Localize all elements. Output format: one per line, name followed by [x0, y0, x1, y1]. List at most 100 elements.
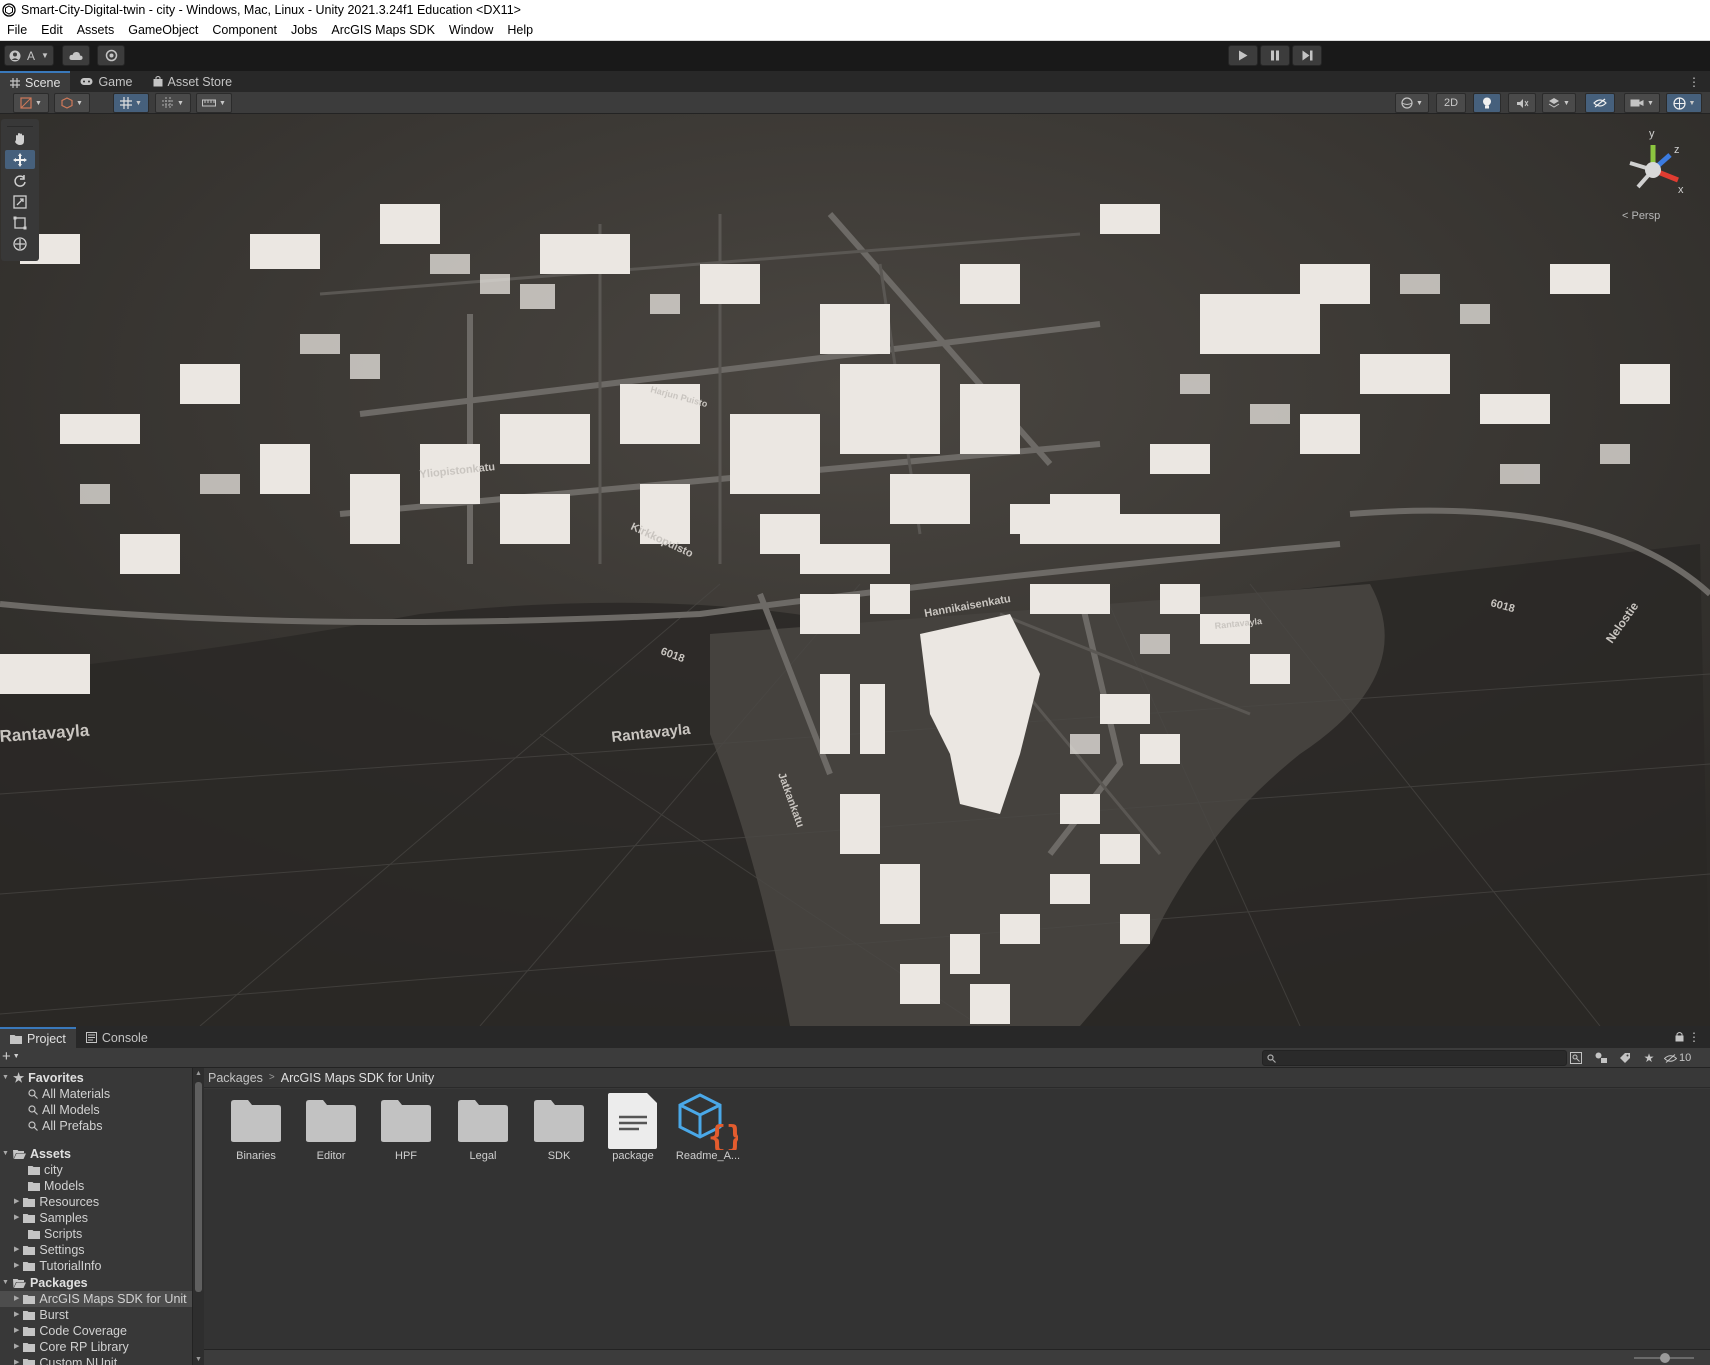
mode-2d-button[interactable]: 2D — [1436, 93, 1466, 113]
tree-folder-item[interactable]: ▶ TutorialInfo — [14, 1258, 101, 1274]
asset-item[interactable]: SDK — [524, 1099, 594, 1162]
tab-console[interactable]: Console — [76, 1027, 158, 1048]
tree-favorite-item[interactable]: All Materials — [28, 1086, 110, 1102]
search-by-type-button[interactable] — [1567, 1050, 1585, 1066]
tree-folder-item[interactable]: Scripts — [28, 1226, 82, 1242]
play-button[interactable] — [1228, 45, 1258, 66]
tab-asset-store[interactable]: Asset Store — [143, 71, 243, 92]
scroll-down-icon[interactable]: ▼ — [195, 1356, 202, 1363]
tree-folder-item[interactable]: ▶ Samples — [14, 1210, 88, 1226]
menu-edit[interactable]: Edit — [34, 19, 70, 41]
tree-package-item[interactable]: ▶ Core RP Library — [14, 1339, 129, 1355]
zoom-slider-handle[interactable] — [1660, 1353, 1670, 1363]
menu-help[interactable]: Help — [500, 19, 540, 41]
hidden-packages-toggle[interactable]: 10 — [1664, 1050, 1691, 1066]
tree-package-item[interactable]: ▶ ArcGIS Maps SDK for Unit — [0, 1291, 192, 1307]
collab-button[interactable] — [97, 45, 125, 66]
bag-icon — [153, 76, 162, 87]
tree-package-item[interactable]: ▶ Code Coverage — [14, 1323, 127, 1339]
shading-mode-dropdown[interactable]: ▼ — [1395, 93, 1429, 113]
pause-button[interactable] — [1260, 45, 1290, 66]
tab-menu-icon[interactable]: ⋮ — [1688, 1030, 1700, 1044]
asset-grid: Binaries Editor HPF Legal SDK package {}… — [204, 1089, 1710, 1349]
menu-gameobject[interactable]: GameObject — [121, 19, 205, 41]
move-tool[interactable] — [5, 150, 35, 169]
tree-package-item[interactable]: ▶ Custom NUnit — [14, 1355, 117, 1365]
unity-logo-icon — [2, 2, 16, 17]
tree-favorite-item[interactable]: All Prefabs — [28, 1118, 102, 1134]
menu-jobs[interactable]: Jobs — [284, 19, 324, 41]
asset-item[interactable]: HPF — [371, 1099, 441, 1162]
main-toolbar: A ▼ — [0, 41, 1710, 71]
search-icon — [28, 1089, 38, 1099]
collab-icon — [105, 49, 117, 62]
cloud-button[interactable] — [62, 45, 90, 66]
zoom-slider[interactable] — [1634, 1353, 1694, 1363]
rect-tool[interactable] — [5, 213, 35, 232]
scene-visibility-toggle[interactable] — [1585, 93, 1615, 113]
menu-window[interactable]: Window — [442, 19, 500, 41]
tab-project[interactable]: Project — [0, 1027, 76, 1048]
menu-arcgis[interactable]: ArcGIS Maps SDK — [324, 19, 442, 41]
step-icon — [1302, 50, 1312, 61]
tree-folder-item[interactable]: ▶ Resources — [14, 1194, 99, 1210]
breadcrumb-item[interactable]: ArcGIS Maps SDK for Unity — [281, 1071, 435, 1085]
scene-viewport[interactable]: Rantavayla Rantavayla Yliopistonkatu Kir… — [0, 114, 1710, 1026]
asset-item[interactable]: package — [598, 1093, 668, 1162]
menu-component[interactable]: Component — [205, 19, 284, 41]
folder-icon — [23, 1359, 36, 1365]
tree-item-label: Resources — [39, 1195, 100, 1209]
tree-folder-item[interactable]: ▶ Settings — [14, 1242, 85, 1258]
chevron-down-icon: ▼ — [41, 51, 49, 60]
lighting-toggle[interactable] — [1473, 93, 1501, 113]
account-button[interactable]: A ▼ — [4, 45, 54, 66]
lock-icon[interactable] — [1675, 1031, 1684, 1045]
transform-tool[interactable] — [5, 234, 35, 253]
camera-settings-dropdown[interactable]: ▼ — [1624, 93, 1660, 113]
asset-item[interactable]: Binaries — [221, 1099, 291, 1162]
snap-increment-dropdown[interactable]: ▼ — [155, 93, 191, 113]
chevron-right-icon: ▶ — [14, 1198, 20, 1205]
search-input[interactable] — [1262, 1050, 1567, 1066]
tree-assets[interactable]: ▼ Assets — [2, 1146, 71, 1162]
tree-favorite-item[interactable]: All Models — [28, 1102, 100, 1118]
menu-file[interactable]: File — [0, 19, 34, 41]
scale-tool[interactable] — [5, 192, 35, 211]
draw-mode-dropdown[interactable]: ▼ — [13, 93, 49, 113]
effects-dropdown[interactable]: ▼ — [1542, 93, 1576, 113]
rotate-tool[interactable] — [5, 171, 35, 190]
search-icon — [28, 1121, 38, 1131]
scroll-up-icon[interactable]: ▲ — [195, 1070, 202, 1077]
asset-item[interactable]: Legal — [448, 1099, 518, 1162]
label-filter-button[interactable] — [1616, 1050, 1634, 1066]
tab-menu-icon[interactable]: ⋮ — [1688, 75, 1700, 89]
favorite-button[interactable]: ★ — [1640, 1050, 1658, 1066]
tree-item-label: ArcGIS Maps SDK for Unit — [39, 1292, 187, 1306]
asset-item[interactable]: {} Readme_A... — [673, 1093, 744, 1162]
scale-icon — [13, 194, 27, 209]
scrollbar-thumb[interactable] — [195, 1082, 202, 1292]
tab-game[interactable]: Game — [70, 71, 142, 92]
tree-folder-item[interactable]: Models — [28, 1178, 84, 1194]
tree-folder-item[interactable]: city — [28, 1162, 63, 1178]
grid-snap-button[interactable]: ▼ — [113, 93, 149, 113]
hand-tool[interactable] — [5, 129, 35, 148]
ruler-dropdown[interactable]: ▼ — [196, 93, 232, 113]
tree-package-item[interactable]: ▶ Burst — [14, 1307, 69, 1323]
step-button[interactable] — [1292, 45, 1322, 66]
menu-assets[interactable]: Assets — [70, 19, 122, 41]
breadcrumb-item[interactable]: Packages — [208, 1071, 263, 1085]
audio-toggle[interactable] — [1508, 93, 1536, 113]
tree-scrollbar[interactable]: ▲ ▼ — [193, 1068, 204, 1365]
tree-packages[interactable]: ▼ Packages — [2, 1275, 88, 1291]
create-dropdown[interactable]: + ▼ — [2, 1048, 20, 1065]
render-mode-dropdown[interactable]: ▼ — [54, 93, 90, 113]
drag-handle[interactable] — [7, 119, 33, 127]
asset-item[interactable]: Editor — [296, 1099, 366, 1162]
projection-label[interactable]: < Persp — [1622, 210, 1660, 222]
tab-scene[interactable]: Scene — [0, 71, 71, 92]
search-by-label-button[interactable] — [1592, 1050, 1610, 1066]
gizmos-dropdown[interactable]: ▼ — [1666, 93, 1702, 113]
tree-favorites[interactable]: ▼ ★ Favorites — [2, 1070, 84, 1086]
tree-item-label: Core RP Library — [39, 1340, 129, 1354]
